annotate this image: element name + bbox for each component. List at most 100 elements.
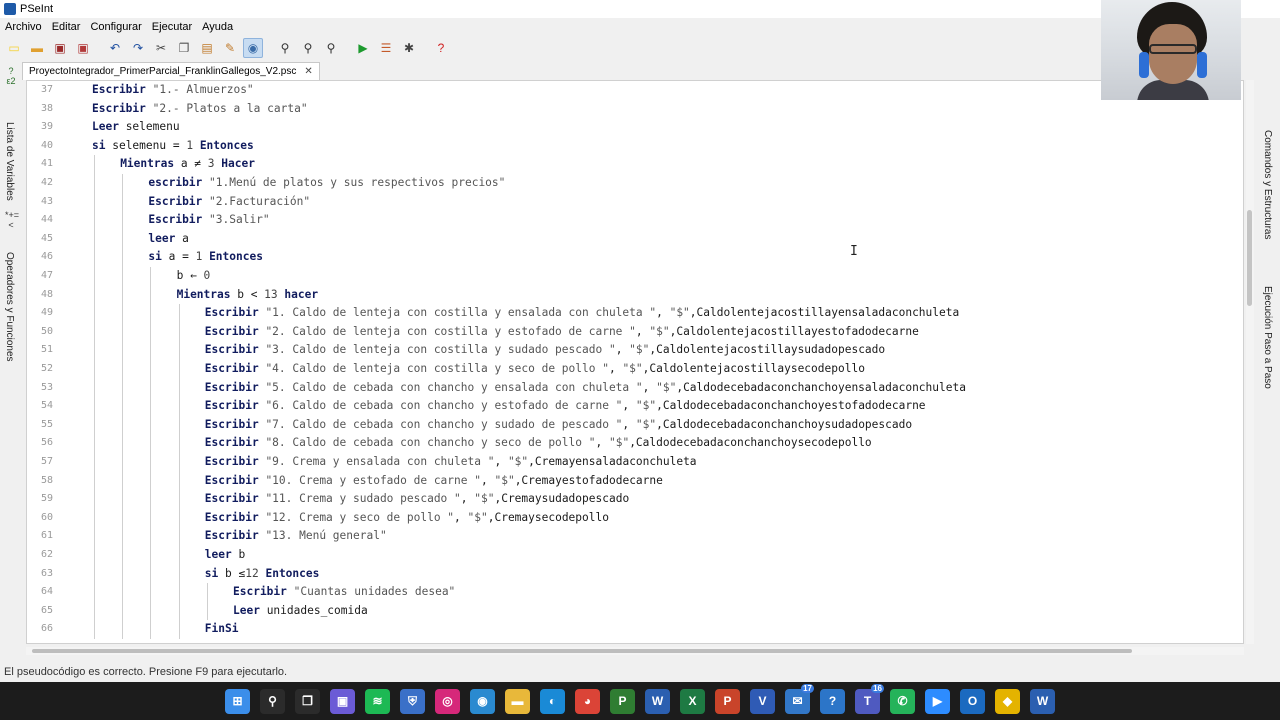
code-line[interactable]: 55 Escribir "7. Caldo de cebada con chanc… [27,415,1237,435]
code-line[interactable]: 56 Escribir "8. Caldo de cebada con chanc… [27,434,1237,453]
keyword: escribir [148,176,203,189]
save-icon[interactable]: ▣ [50,38,70,58]
edit-icon[interactable]: ✎ [220,38,240,58]
zoom-icon[interactable]: ▶ [925,688,950,714]
undo-icon[interactable]: ↶ [105,38,125,58]
code-line[interactable]: 41 Mientras a ≠ 3 Hacer [27,155,1237,174]
code-line[interactable]: 59 Escribir "11. Crema y sudado pescado "… [27,490,1237,509]
browser-icon[interactable]: ◉ [470,688,495,714]
menu-archivo[interactable]: Archivo [0,21,47,33]
paste-icon[interactable]: ▤ [197,38,217,58]
debug-icon[interactable]: ✱ [399,38,419,58]
save-as-icon[interactable]: ▣ [73,38,93,58]
code-line[interactable]: 37 Escribir "1.- Almuerzos" [27,81,1237,100]
code-line[interactable]: 40 si selemenu = 1 Entonces [27,137,1237,156]
keyword: si [148,250,162,264]
code-line[interactable]: 66 FinSi [27,620,1237,639]
code-token: ,Caldodecebadaconchanchoysudadopescado [656,417,913,431]
code-line[interactable]: 39 Leer selemenu [27,118,1237,137]
operators-icon[interactable]: *+=< [5,210,19,230]
code-line[interactable]: 48 Mientras b < 13 hacer [27,285,1237,305]
new-file-icon[interactable]: ▭ [4,38,24,58]
shield-icon[interactable]: ⛨ [400,688,425,714]
code-line[interactable]: 45 leer a [27,229,1237,249]
code-line[interactable]: 43 Escribir "2.Facturación" [27,192,1237,212]
tab-file[interactable]: ProyectoIntegrador_PrimerParcial_Frankli… [22,62,320,80]
app-icon[interactable]: ? [820,688,845,714]
search-icon[interactable]: ⚲ [275,38,295,58]
powerpoint-icon[interactable]: P [715,688,740,714]
chrome-icon[interactable]: ◕ [575,688,600,714]
cut-icon[interactable]: ✂ [151,38,171,58]
help-icon[interactable]: ? [431,38,451,58]
spotify-icon[interactable]: ≋ [365,688,390,714]
code-line[interactable]: 52 Escribir "4. Caldo de lenteja con cost… [27,360,1237,379]
commands-panel-tab[interactable]: Comandos y Estructuras [1262,130,1273,240]
code-text: Escribir "9. Crema y ensalada con chulet… [205,453,697,472]
indent-guide [178,397,180,416]
replace-icon[interactable]: ⚲ [321,38,341,58]
pseint-icon[interactable]: ◆ [995,688,1020,714]
code-line[interactable]: 47 b ← 0 [27,267,1237,286]
code-line[interactable]: 60 Escribir "12. Crema y seco de pollo ",… [27,508,1237,528]
visio-icon[interactable]: V [750,688,775,714]
line-number: 39 [40,121,53,133]
search-next-icon[interactable]: ⚲ [298,38,318,58]
task-view-icon[interactable]: ❐ [295,688,320,714]
line-number: 47 [40,270,53,281]
code-line[interactable]: 57 Escribir "9. Crema y ensalada con chul… [27,453,1237,472]
writer-icon[interactable]: W [1030,688,1055,714]
code-line[interactable]: 61 Escribir "13. Menú general" [27,527,1237,546]
code-line[interactable]: 53 Escribir "5. Caldo de cebada con chanc… [27,378,1237,398]
code-line[interactable]: 44 Escribir "3.Salir" [27,211,1237,230]
code-line[interactable]: 42 escribir "1.Menú de platos y sus respe… [27,174,1237,193]
open-file-icon[interactable]: ▬ [27,38,47,58]
horizontal-scrollbar[interactable] [26,647,1244,655]
copy-icon[interactable]: ❐ [174,38,194,58]
code-line[interactable]: 46 si a = 1 Entonces [27,248,1237,267]
menu-ayuda[interactable]: Ayuda [197,21,238,33]
view-icon[interactable]: ◉ [243,38,263,58]
code-line[interactable]: 65 Leer unidades_comida [27,601,1237,621]
menu-editar[interactable]: Editar [47,21,86,33]
vertical-scrollbar[interactable] [1246,80,1254,644]
project-icon[interactable]: P [610,688,635,714]
code-line[interactable]: 50 Escribir "2. Caldo de lenteja con cost… [27,322,1237,342]
code-line[interactable]: 62 leer b [27,546,1237,565]
word-icon[interactable]: W [645,688,670,714]
step-icon[interactable]: ☰ [376,38,396,58]
menu-configurar[interactable]: Configurar [85,21,146,33]
code-line[interactable]: 54 Escribir "6. Caldo de cebada con chanc… [27,397,1237,416]
instagram-icon[interactable]: ◎ [435,688,460,714]
vertical-scroll-thumb[interactable] [1247,210,1252,306]
close-icon[interactable]: ✕ [304,66,312,77]
excel-icon[interactable]: X [680,688,705,714]
code-line[interactable]: 58 Escribir "10. Crema y estofado de carn… [27,471,1237,491]
code-line[interactable]: 38 Escribir "2.- Platos a la carta" [27,100,1237,119]
chat-icon[interactable]: ▣ [330,688,355,714]
windows-start-icon[interactable]: ⊞ [225,688,250,714]
menu-ejecutar[interactable]: Ejecutar [147,21,197,33]
code-line[interactable]: 49 Escribir "1. Caldo de lenteja con cost… [27,304,1237,323]
horizontal-scroll-thumb[interactable] [32,649,1132,653]
code-editor[interactable]: 37 Escribir "1.- Almuerzos" 38 Escribir "2.… [26,80,1244,644]
code-text: Mientras b < 13 hacer [177,286,319,305]
redo-icon[interactable]: ↷ [128,38,148,58]
outlook-icon[interactable]: O [960,688,985,714]
mail-icon[interactable]: ✉ 17 [785,683,814,714]
indent-guide [122,490,124,509]
operators-panel-tab[interactable]: Operadores y Funciones [4,252,15,362]
code-line[interactable]: 63 si b ≤12 Entonces [27,564,1237,584]
run-icon[interactable]: ▶ [353,38,373,58]
code-line[interactable]: 64 Escribir "Cuantas unidades desea" [27,583,1237,602]
teams-icon[interactable]: T 16 [855,683,884,714]
variables-icon[interactable]: ?ε2 [5,66,17,86]
tab-label[interactable]: ProyectoIntegrador_PrimerParcial_Frankli… [29,66,296,77]
edge-icon[interactable]: ◐ [540,688,565,714]
search-icon[interactable]: ⚲ [260,688,285,714]
folder-icon[interactable]: ▬ [505,688,530,714]
step-execution-panel-tab[interactable]: Ejecución Paso a Paso [1262,286,1273,389]
variables-panel-tab[interactable]: Lista de Variables [4,122,15,201]
whatsapp-icon[interactable]: ✆ [890,688,915,714]
code-line[interactable]: 51 Escribir "3. Caldo de lenteja con cost… [27,341,1237,360]
